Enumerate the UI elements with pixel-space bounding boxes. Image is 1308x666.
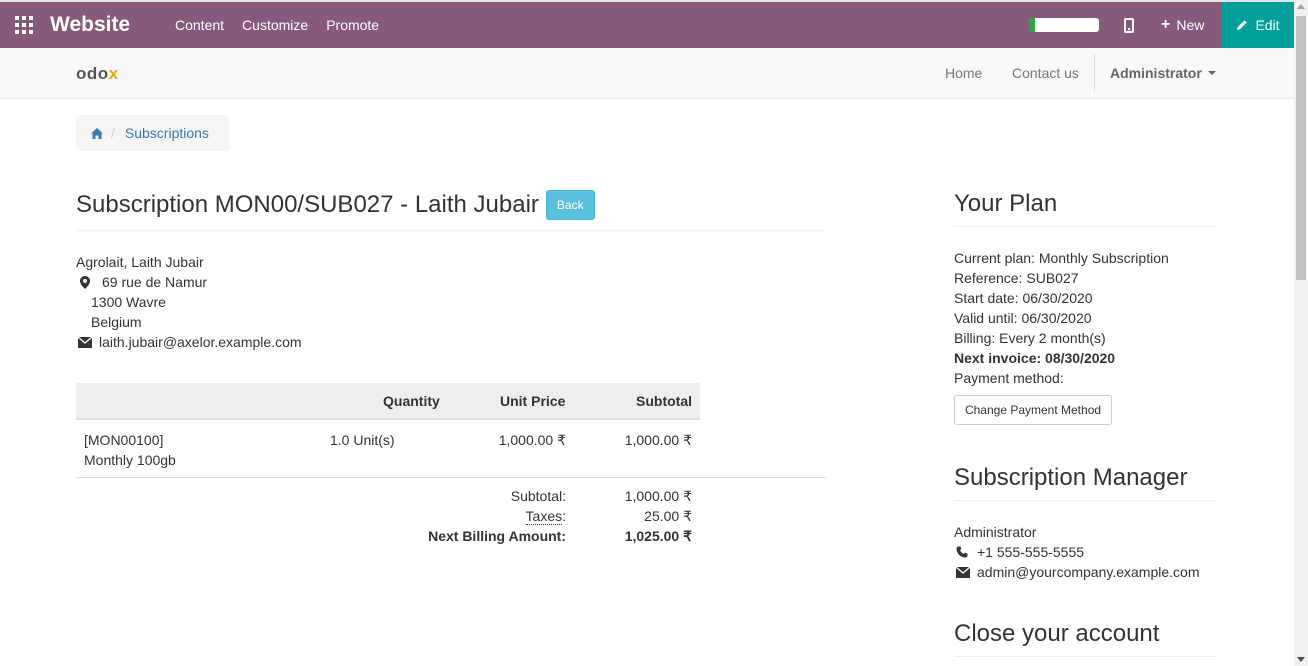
- scroll-up-arrow-icon[interactable]: [1297, 4, 1305, 9]
- scroll-down-arrow-icon[interactable]: [1297, 657, 1305, 662]
- title-divider: [76, 230, 826, 231]
- close-divider: [954, 656, 1216, 657]
- plus-icon: +: [1161, 16, 1171, 33]
- logo-x: x: [108, 64, 119, 83]
- nav-home[interactable]: Home: [945, 65, 982, 81]
- table-header: Quantity Unit Price Subtotal: [76, 383, 700, 420]
- edit-button[interactable]: Edit: [1222, 2, 1294, 48]
- manager-email-row: admin@yourcompany.example.com: [954, 562, 1200, 582]
- new-label: New: [1176, 17, 1205, 33]
- caret-down-icon: [1207, 71, 1216, 75]
- plan-reference: Reference: SUB027: [954, 270, 1079, 286]
- breadcrumb-separator: /: [111, 125, 115, 141]
- logo-main: odo: [76, 64, 109, 83]
- user-menu[interactable]: Administrator: [1110, 65, 1216, 81]
- subscription-heading: Subscription MON00/SUB027 - Laith Jubair…: [76, 190, 595, 220]
- city: 1300 Wavre: [91, 294, 166, 310]
- onboarding-progress[interactable]: [1029, 18, 1099, 32]
- product-cell: [MON00100] Monthly 100gb: [84, 430, 176, 470]
- menu-customize[interactable]: Customize: [242, 17, 308, 33]
- nav-divider: [1094, 54, 1095, 92]
- home-icon[interactable]: [91, 127, 103, 139]
- billing-period: Billing: Every 2 month(s): [954, 330, 1106, 346]
- pencil-icon: [1237, 20, 1248, 30]
- valid-until: Valid until: 06/30/2020: [954, 310, 1092, 326]
- envelope-icon: [956, 566, 970, 578]
- menu-promote[interactable]: Promote: [326, 17, 379, 33]
- manager-divider: [954, 500, 1216, 501]
- unit-price-cell: 1,000.00 ₹: [498, 432, 566, 448]
- header-quantity: Quantity: [383, 393, 440, 409]
- subtotal-value: 1,000.00 ₹: [624, 488, 692, 504]
- product-name: Monthly 100gb: [84, 452, 176, 468]
- customer-email: laith.jubair@axelor.example.com: [99, 334, 302, 350]
- header-subtotal: Subtotal: [636, 393, 692, 409]
- street-row: 69 rue de Namur: [76, 272, 302, 292]
- your-plan-heading: Your Plan: [954, 190, 1058, 217]
- envelope-icon: [78, 336, 92, 348]
- subscription-manager-heading: Subscription Manager: [954, 464, 1188, 491]
- admin-menu: Content Customize Promote: [175, 17, 397, 33]
- menu-content[interactable]: Content: [175, 17, 224, 33]
- subtotal-label: Subtotal:: [510, 488, 566, 504]
- change-payment-method-button[interactable]: Change Payment Method: [954, 395, 1112, 425]
- page-scrollbar[interactable]: [1294, 0, 1308, 666]
- next-billing-label: Next Billing Amount:: [428, 528, 566, 544]
- website-admin-bar: Website Content Customize Promote + New …: [0, 0, 1294, 48]
- manager-email: admin@yourcompany.example.com: [977, 564, 1200, 580]
- taxes-label: Taxes: [525, 508, 563, 525]
- customer-name: Agrolait, Laith Jubair: [76, 254, 204, 270]
- phone-icon: [956, 546, 968, 558]
- new-button[interactable]: + New: [1161, 16, 1205, 34]
- page-title: Subscription MON00/SUB027 - Laith Jubair: [76, 191, 539, 218]
- customer-address: Agrolait, Laith Jubair 69 rue de Namur 1…: [76, 252, 302, 352]
- site-navbar: odox Home Contact us Administrator: [0, 48, 1294, 99]
- manager-phone-row: +1 555-555-5555: [954, 542, 1200, 562]
- back-button[interactable]: Back: [545, 190, 595, 220]
- table-row: [MON00100] Monthly 100gb 1.0 Unit(s) 1,0…: [76, 420, 826, 478]
- next-invoice: Next invoice: 08/30/2020: [954, 350, 1116, 366]
- taxes-value: 25.00 ₹: [644, 508, 692, 524]
- email-row: laith.jubair@axelor.example.com: [76, 332, 302, 352]
- breadcrumb: / Subscriptions: [76, 115, 229, 151]
- onboarding-progress-fill: [1029, 18, 1035, 32]
- taxes-colon: :: [562, 508, 566, 524]
- user-name: Administrator: [1110, 65, 1202, 81]
- nav-contact-us[interactable]: Contact us: [1012, 65, 1079, 81]
- close-account-heading: Close your account: [954, 620, 1160, 647]
- mobile-preview-icon[interactable]: [1124, 18, 1134, 33]
- apps-grid-icon[interactable]: [15, 16, 33, 34]
- plan-divider: [954, 226, 1216, 227]
- product-code: [MON00100]: [84, 432, 164, 448]
- subtotal-cell: 1,000.00 ₹: [624, 432, 692, 448]
- country: Belgium: [91, 314, 142, 330]
- plan-details: Current plan: Monthly Subscription Refer…: [954, 248, 1169, 388]
- street: 69 rue de Namur: [102, 274, 208, 290]
- totals-block: Subtotal: 1,000.00 ₹ Taxes: 25.00 ₹ Next…: [76, 478, 826, 548]
- map-marker-icon: [80, 275, 90, 289]
- manager-name: Administrator: [954, 524, 1037, 540]
- start-date: Start date: 06/30/2020: [954, 290, 1093, 306]
- edit-label: Edit: [1255, 17, 1280, 33]
- header-unit-price: Unit Price: [500, 393, 566, 409]
- odoo-logo[interactable]: odox: [76, 64, 119, 84]
- quantity-cell: 1.0 Unit(s): [330, 432, 395, 448]
- breadcrumb-subscriptions[interactable]: Subscriptions: [125, 125, 209, 141]
- scrollbar-thumb[interactable]: [1296, 16, 1306, 280]
- manager-phone: +1 555-555-5555: [977, 544, 1085, 560]
- app-brand: Website: [50, 13, 131, 36]
- payment-method: Payment method:: [954, 370, 1064, 386]
- manager-details: Administrator +1 555-555-5555 admin@your…: [954, 522, 1200, 582]
- taxes-label-wrap: Taxes:: [525, 508, 566, 525]
- current-plan: Current plan: Monthly Subscription: [954, 250, 1169, 266]
- next-billing-value: 1,025.00 ₹: [624, 528, 692, 544]
- subscription-lines-table: Quantity Unit Price Subtotal [MON00100] …: [76, 383, 826, 548]
